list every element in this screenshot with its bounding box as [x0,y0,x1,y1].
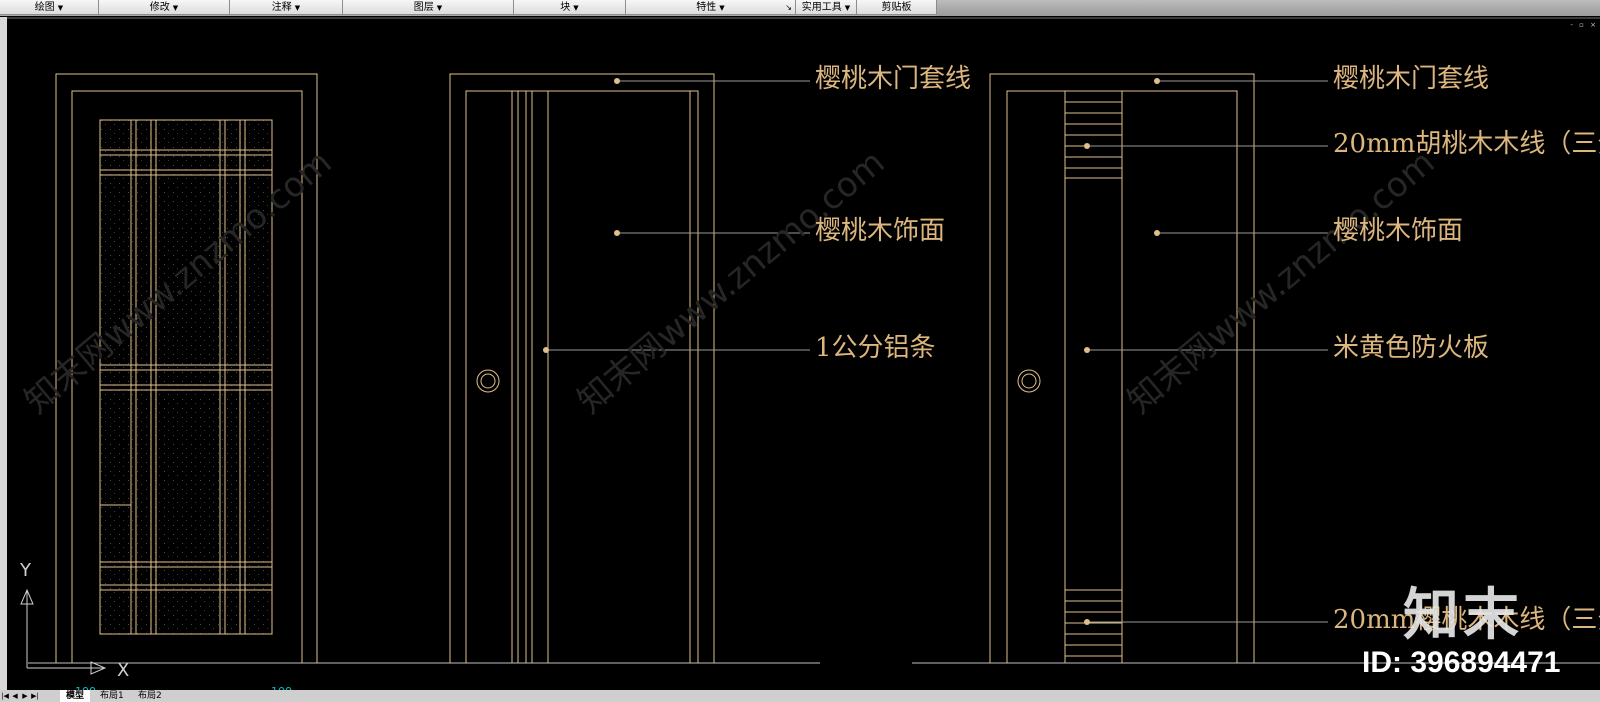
watermark-id: ID: 396894471 [1362,646,1561,679]
ucs-icon [20,588,107,675]
label-aluminum-strip: 1公分铝条 [815,333,936,363]
tab-model[interactable]: 模型 [60,690,91,702]
prev-tab-icon[interactable]: ◀ [10,690,20,702]
label-door-frame: 樱桃木门套线 [815,64,972,94]
layout-tab-bar: |◀ ◀ ▶ ▶| 模型 布局1 布局2 [0,690,1600,702]
next-tab-icon[interactable]: ▶ [20,690,30,702]
watermark-logo: 知末 [1403,583,1523,648]
label-fireproof-board: 米黄色防火板 [1333,333,1490,363]
label-wood-veneer: 樱桃木饰面 [815,216,946,246]
label-wood-veneer: 樱桃木饰面 [1333,216,1464,246]
last-tab-icon[interactable]: ▶| [30,690,40,702]
door-elevation-2 [449,73,715,664]
label-door-frame: 樱桃木门套线 [1333,64,1490,94]
tab-layout1[interactable]: 布局1 [94,690,130,702]
ucs-x-label: X [117,660,130,681]
first-tab-icon[interactable]: |◀ [0,690,10,702]
door-elevation-3 [989,73,1255,664]
label-walnut-trim: 20mm胡桃木木线（三分 [1333,129,1600,159]
ucs-y-label: Y [20,560,31,581]
tab-layout2[interactable]: 布局2 [132,690,168,702]
